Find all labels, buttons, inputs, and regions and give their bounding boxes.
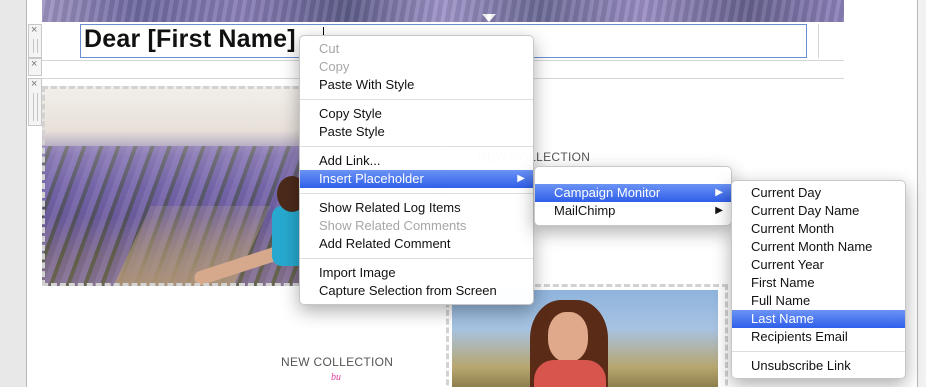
remove-block-icon[interactable]: × — [31, 24, 37, 36]
menu-item-label: Unsubscribe Link — [751, 358, 851, 373]
menu-item-current-month[interactable]: Current Month — [732, 220, 905, 238]
menu-item-label: Copy — [319, 59, 350, 74]
menu-item-label: Current Day — [751, 185, 822, 200]
title-side-cell — [818, 24, 844, 58]
menu-item-label: Current Year — [751, 257, 824, 272]
menu-item-label: Import Image — [319, 265, 396, 280]
menu-item-current-day[interactable]: Current Day — [732, 184, 905, 202]
menu-separator — [300, 99, 533, 100]
menu-item-recipients-email[interactable]: Recipients Email — [732, 328, 905, 346]
menu-item-label: MailChimp — [554, 203, 616, 218]
menu-item-label: Current Day Name — [751, 203, 860, 218]
submenu-arrow-icon: ▶ — [715, 187, 723, 198]
menu-separator — [300, 193, 533, 194]
menu-item-label: Current Month Name — [751, 239, 873, 254]
menu-item-paste-style[interactable]: Paste Style — [300, 123, 533, 141]
menu-item-first-name[interactable]: First Name — [732, 274, 905, 292]
menu-item-cut: Cut — [300, 40, 533, 58]
menu-item-label: Capture Selection from Screen — [319, 283, 497, 298]
header-image-strip — [42, 0, 844, 22]
window-edge — [918, 0, 926, 387]
menu-item-current-month-name[interactable]: Current Month Name — [732, 238, 905, 256]
menu-item-unsubscribe-link[interactable]: Unsubscribe Link — [732, 357, 905, 375]
remove-block-icon[interactable]: × — [31, 78, 37, 90]
placeholder-submenu: Campaign Monitor ▶ MailChimp ▶ — [534, 166, 732, 226]
campaign-monitor-submenu: Current Day Current Day Name Current Mon… — [731, 180, 906, 379]
collection-heading: NEW COLLECTION — [281, 355, 394, 369]
menu-item-insert-placeholder[interactable]: Insert Placeholder ▶ — [300, 170, 533, 188]
menu-item-label: Recipients Email — [751, 329, 848, 344]
menu-item-copy-style[interactable]: Copy Style — [300, 105, 533, 123]
menu-item-add-related-comment[interactable]: Add Related Comment — [300, 235, 533, 253]
menu-item-capture-selection[interactable]: Capture Selection from Screen — [300, 282, 533, 300]
menu-item-label: Last Name — [751, 311, 814, 326]
menu-item-label: Paste With Style — [319, 77, 415, 92]
menu-item-label: Cut — [319, 41, 340, 56]
block-handle-title[interactable]: × — [28, 24, 42, 58]
remove-block-icon[interactable]: × — [31, 58, 37, 70]
submenu-arrow-icon: ▶ — [715, 205, 723, 216]
menu-separator — [732, 351, 905, 352]
menu-item-label: Add Related Comment — [319, 236, 451, 251]
menu-item-label: Campaign Monitor — [554, 185, 661, 200]
menu-item-paste-with-style[interactable]: Paste With Style — [300, 76, 533, 94]
block-handle-spacer[interactable]: × — [28, 58, 42, 76]
menu-item-add-link[interactable]: Add Link... — [300, 152, 533, 170]
strip-notch — [482, 14, 496, 22]
menu-item-label: Show Related Log Items — [319, 200, 461, 215]
menu-item-label: Show Related Comments — [319, 218, 467, 233]
collection-subline: bu — [331, 372, 341, 383]
menu-item-label: Add Link... — [319, 153, 381, 168]
menu-item-current-day-name[interactable]: Current Day Name — [732, 202, 905, 220]
menu-separator — [300, 146, 533, 147]
menu-item-label: First Name — [751, 275, 815, 290]
menu-item-show-related-log-items[interactable]: Show Related Log Items — [300, 199, 533, 217]
menu-item-campaign-monitor[interactable]: Campaign Monitor ▶ — [535, 184, 731, 202]
drag-grip-icon[interactable] — [33, 93, 38, 121]
menu-item-label: Copy Style — [319, 106, 382, 121]
menu-item-last-name[interactable]: Last Name — [732, 310, 905, 328]
menu-item-label: Full Name — [751, 293, 811, 308]
menu-separator — [300, 258, 533, 259]
menu-item-import-image[interactable]: Import Image — [300, 264, 533, 282]
title-text[interactable]: Dear [First Name] — [84, 25, 296, 54]
menu-item-full-name[interactable]: Full Name — [732, 292, 905, 310]
menu-item-current-year[interactable]: Current Year — [732, 256, 905, 274]
menu-item-label: Insert Placeholder — [319, 171, 424, 186]
menu-item-show-related-comments: Show Related Comments — [300, 217, 533, 235]
context-menu: Cut Copy Paste With Style Copy Style Pas… — [299, 35, 534, 305]
menu-item-label: Current Month — [751, 221, 835, 236]
block-handle-image[interactable]: × — [28, 78, 42, 126]
menu-item-mailchimp[interactable]: MailChimp ▶ — [535, 202, 731, 220]
menu-item-label: Paste Style — [319, 124, 385, 139]
drag-grip-icon[interactable] — [33, 39, 38, 53]
submenu-arrow-icon: ▶ — [517, 173, 525, 184]
menu-item-copy: Copy — [300, 58, 533, 76]
